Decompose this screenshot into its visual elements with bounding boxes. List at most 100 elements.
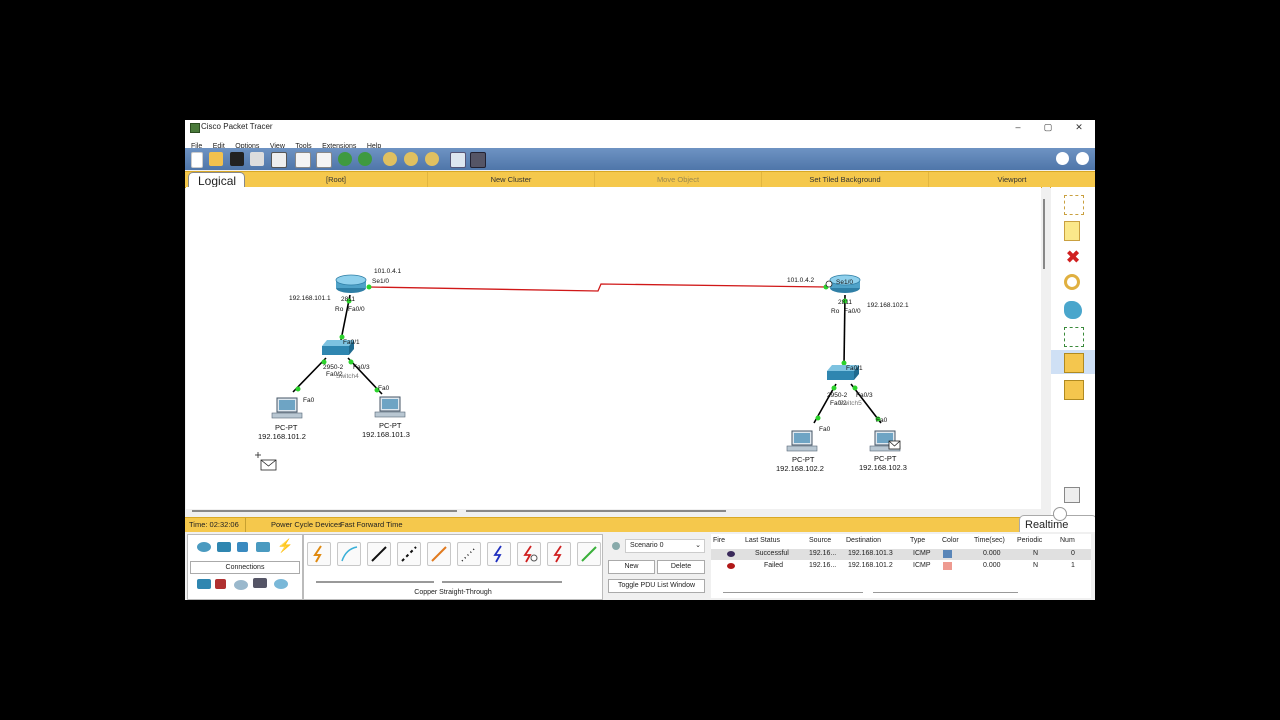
root-nav[interactable]: [Root]: [245, 172, 428, 187]
open-folder-icon[interactable]: [209, 152, 223, 166]
router1-model: 2811: [341, 296, 355, 303]
add-complex-pdu-icon[interactable]: [1064, 380, 1084, 400]
power-cycle-button[interactable]: Power Cycle Devices: [271, 518, 342, 532]
logical-canvas[interactable]: 101.0.4.1 Se1/0 192.168.101.1 2811 Ro Fa…: [186, 187, 1041, 515]
scroll-thumb[interactable]: [192, 510, 457, 512]
time-display: Time: 02:32:06: [189, 518, 246, 532]
col-last-status: Last Status: [745, 537, 781, 544]
simulation-icon[interactable]: [1064, 487, 1080, 503]
undo-icon[interactable]: [338, 152, 352, 166]
wan-emulation-category-icon[interactable]: [234, 580, 248, 590]
scroll-thumb[interactable]: [1043, 199, 1045, 269]
router1-icon: [335, 274, 367, 293]
pdu-envelope-icon: [888, 440, 901, 450]
zoom-out-icon[interactable]: [425, 152, 439, 166]
coaxial-cable-icon[interactable]: [487, 542, 511, 566]
link-light: [366, 284, 372, 290]
add-pdu-cursor-icon: [255, 452, 277, 471]
selected-cable-name: Copper Straight-Through: [414, 589, 492, 596]
wireless-category-icon[interactable]: [256, 542, 270, 552]
multiuser-category-icon[interactable]: [274, 579, 288, 589]
serial-dce-icon[interactable]: [517, 542, 541, 566]
save-icon[interactable]: [230, 152, 244, 166]
time-status-bar: Time: 02:32:06 Power Cycle Devices Fast …: [185, 517, 1095, 532]
scroll-thumb[interactable]: [466, 510, 726, 512]
switch1-port-right: Fa0/3: [353, 364, 370, 371]
pc3-ip: 192.168.102.2: [776, 464, 824, 473]
phone-cable-icon[interactable]: [457, 542, 481, 566]
activity-wizard-icon[interactable]: [271, 152, 287, 168]
custom-device-icon[interactable]: [470, 152, 486, 168]
hubs-category-icon[interactable]: [237, 542, 248, 552]
auto-connection-icon[interactable]: [307, 542, 331, 566]
draw-shape-icon[interactable]: [1064, 301, 1082, 319]
switch2-model: 2950-2: [827, 392, 848, 399]
pdu-scroll-thumb[interactable]: [723, 592, 863, 593]
minimize-button[interactable]: –: [1006, 121, 1030, 133]
pdu-row[interactable]: Failed 192.16... 192.168.101.2 ICMP 0.00…: [711, 561, 1091, 572]
router1-lan-ip: 192.168.101.1: [289, 295, 331, 302]
delete-icon[interactable]: ✖: [1064, 248, 1082, 266]
help-icon[interactable]: [1076, 152, 1089, 165]
col-fire: Fire: [713, 537, 726, 544]
info-icon[interactable]: [1056, 152, 1069, 165]
inspect-icon[interactable]: [1064, 274, 1080, 290]
move-object-button[interactable]: Move Object: [595, 172, 762, 187]
pdu-row[interactable]: Successful 192.16... 192.168.101.3 ICMP …: [711, 549, 1091, 560]
pdu-color-swatch: [943, 562, 952, 570]
copper-straight-through-icon[interactable]: [367, 542, 391, 566]
set-tiled-background-button[interactable]: Set Tiled Background: [762, 172, 929, 187]
col-periodic: Periodic: [1017, 537, 1043, 544]
router1-se-ip: 101.0.4.1: [374, 268, 402, 275]
note-icon[interactable]: [1064, 221, 1080, 241]
zoom-in-icon[interactable]: [383, 152, 397, 166]
palette-icon[interactable]: [450, 152, 466, 168]
close-button[interactable]: ✕: [1067, 121, 1091, 133]
end-devices-category-icon[interactable]: [197, 579, 211, 589]
paste-icon[interactable]: [316, 152, 332, 168]
canvas-horizontal-scrollbar[interactable]: [186, 509, 1041, 515]
pdu-type: ICMP: [913, 562, 931, 569]
col-source: Source: [809, 537, 832, 544]
pdu-scroll-thumb[interactable]: [873, 592, 1018, 593]
col-color: Color: [942, 537, 959, 544]
console-cable-icon[interactable]: [337, 542, 361, 566]
serial-dte-icon[interactable]: [547, 542, 571, 566]
select-icon[interactable]: [1064, 195, 1084, 215]
switch1-port-up: Fa0/1: [343, 339, 360, 346]
zoom-reset-icon[interactable]: [404, 152, 418, 166]
fire-button-icon[interactable]: [727, 563, 735, 569]
security-category-icon[interactable]: [215, 579, 226, 589]
redo-icon[interactable]: [358, 152, 372, 166]
viewport-button[interactable]: Viewport: [929, 172, 1095, 187]
cable-scroll-thumb[interactable]: [442, 581, 562, 583]
pc3-type: PC-PT: [792, 455, 815, 464]
canvas-vertical-scrollbar[interactable]: [1042, 187, 1050, 513]
pdu-color-swatch: [943, 550, 952, 558]
connections-category-icon[interactable]: ⚡: [277, 539, 293, 552]
octal-cable-icon[interactable]: [577, 542, 601, 566]
new-scenario-button[interactable]: New: [608, 560, 655, 574]
copy-icon[interactable]: [295, 152, 311, 168]
maximize-button[interactable]: ▢: [1036, 121, 1060, 133]
print-icon[interactable]: [250, 152, 264, 166]
fast-forward-button[interactable]: Fast Forward Time: [340, 518, 403, 532]
delete-scenario-button[interactable]: Delete: [657, 560, 705, 574]
fire-button-icon[interactable]: [727, 551, 735, 557]
new-cluster-button[interactable]: New Cluster: [428, 172, 595, 187]
pdu-num: 1: [1071, 562, 1075, 569]
pdu-source: 192.16...: [809, 562, 837, 569]
copper-cross-over-icon[interactable]: [397, 542, 421, 566]
toggle-pdu-list-button[interactable]: Toggle PDU List Window: [608, 579, 705, 593]
resize-shape-icon[interactable]: [1064, 327, 1084, 347]
switches-category-icon[interactable]: [217, 542, 231, 552]
routers-category-icon[interactable]: [197, 542, 211, 552]
switch1-name: Switch4: [336, 373, 359, 380]
cable-scroll-thumb[interactable]: [316, 581, 434, 583]
fiber-icon[interactable]: [427, 542, 451, 566]
scenario-select[interactable]: Scenario 0 ⌄: [625, 539, 705, 553]
custom-devices-category-icon[interactable]: [253, 578, 267, 588]
add-simple-pdu-icon[interactable]: [1064, 353, 1084, 373]
pdu-time: 0.000: [983, 550, 1001, 557]
new-file-icon[interactable]: [191, 152, 203, 168]
